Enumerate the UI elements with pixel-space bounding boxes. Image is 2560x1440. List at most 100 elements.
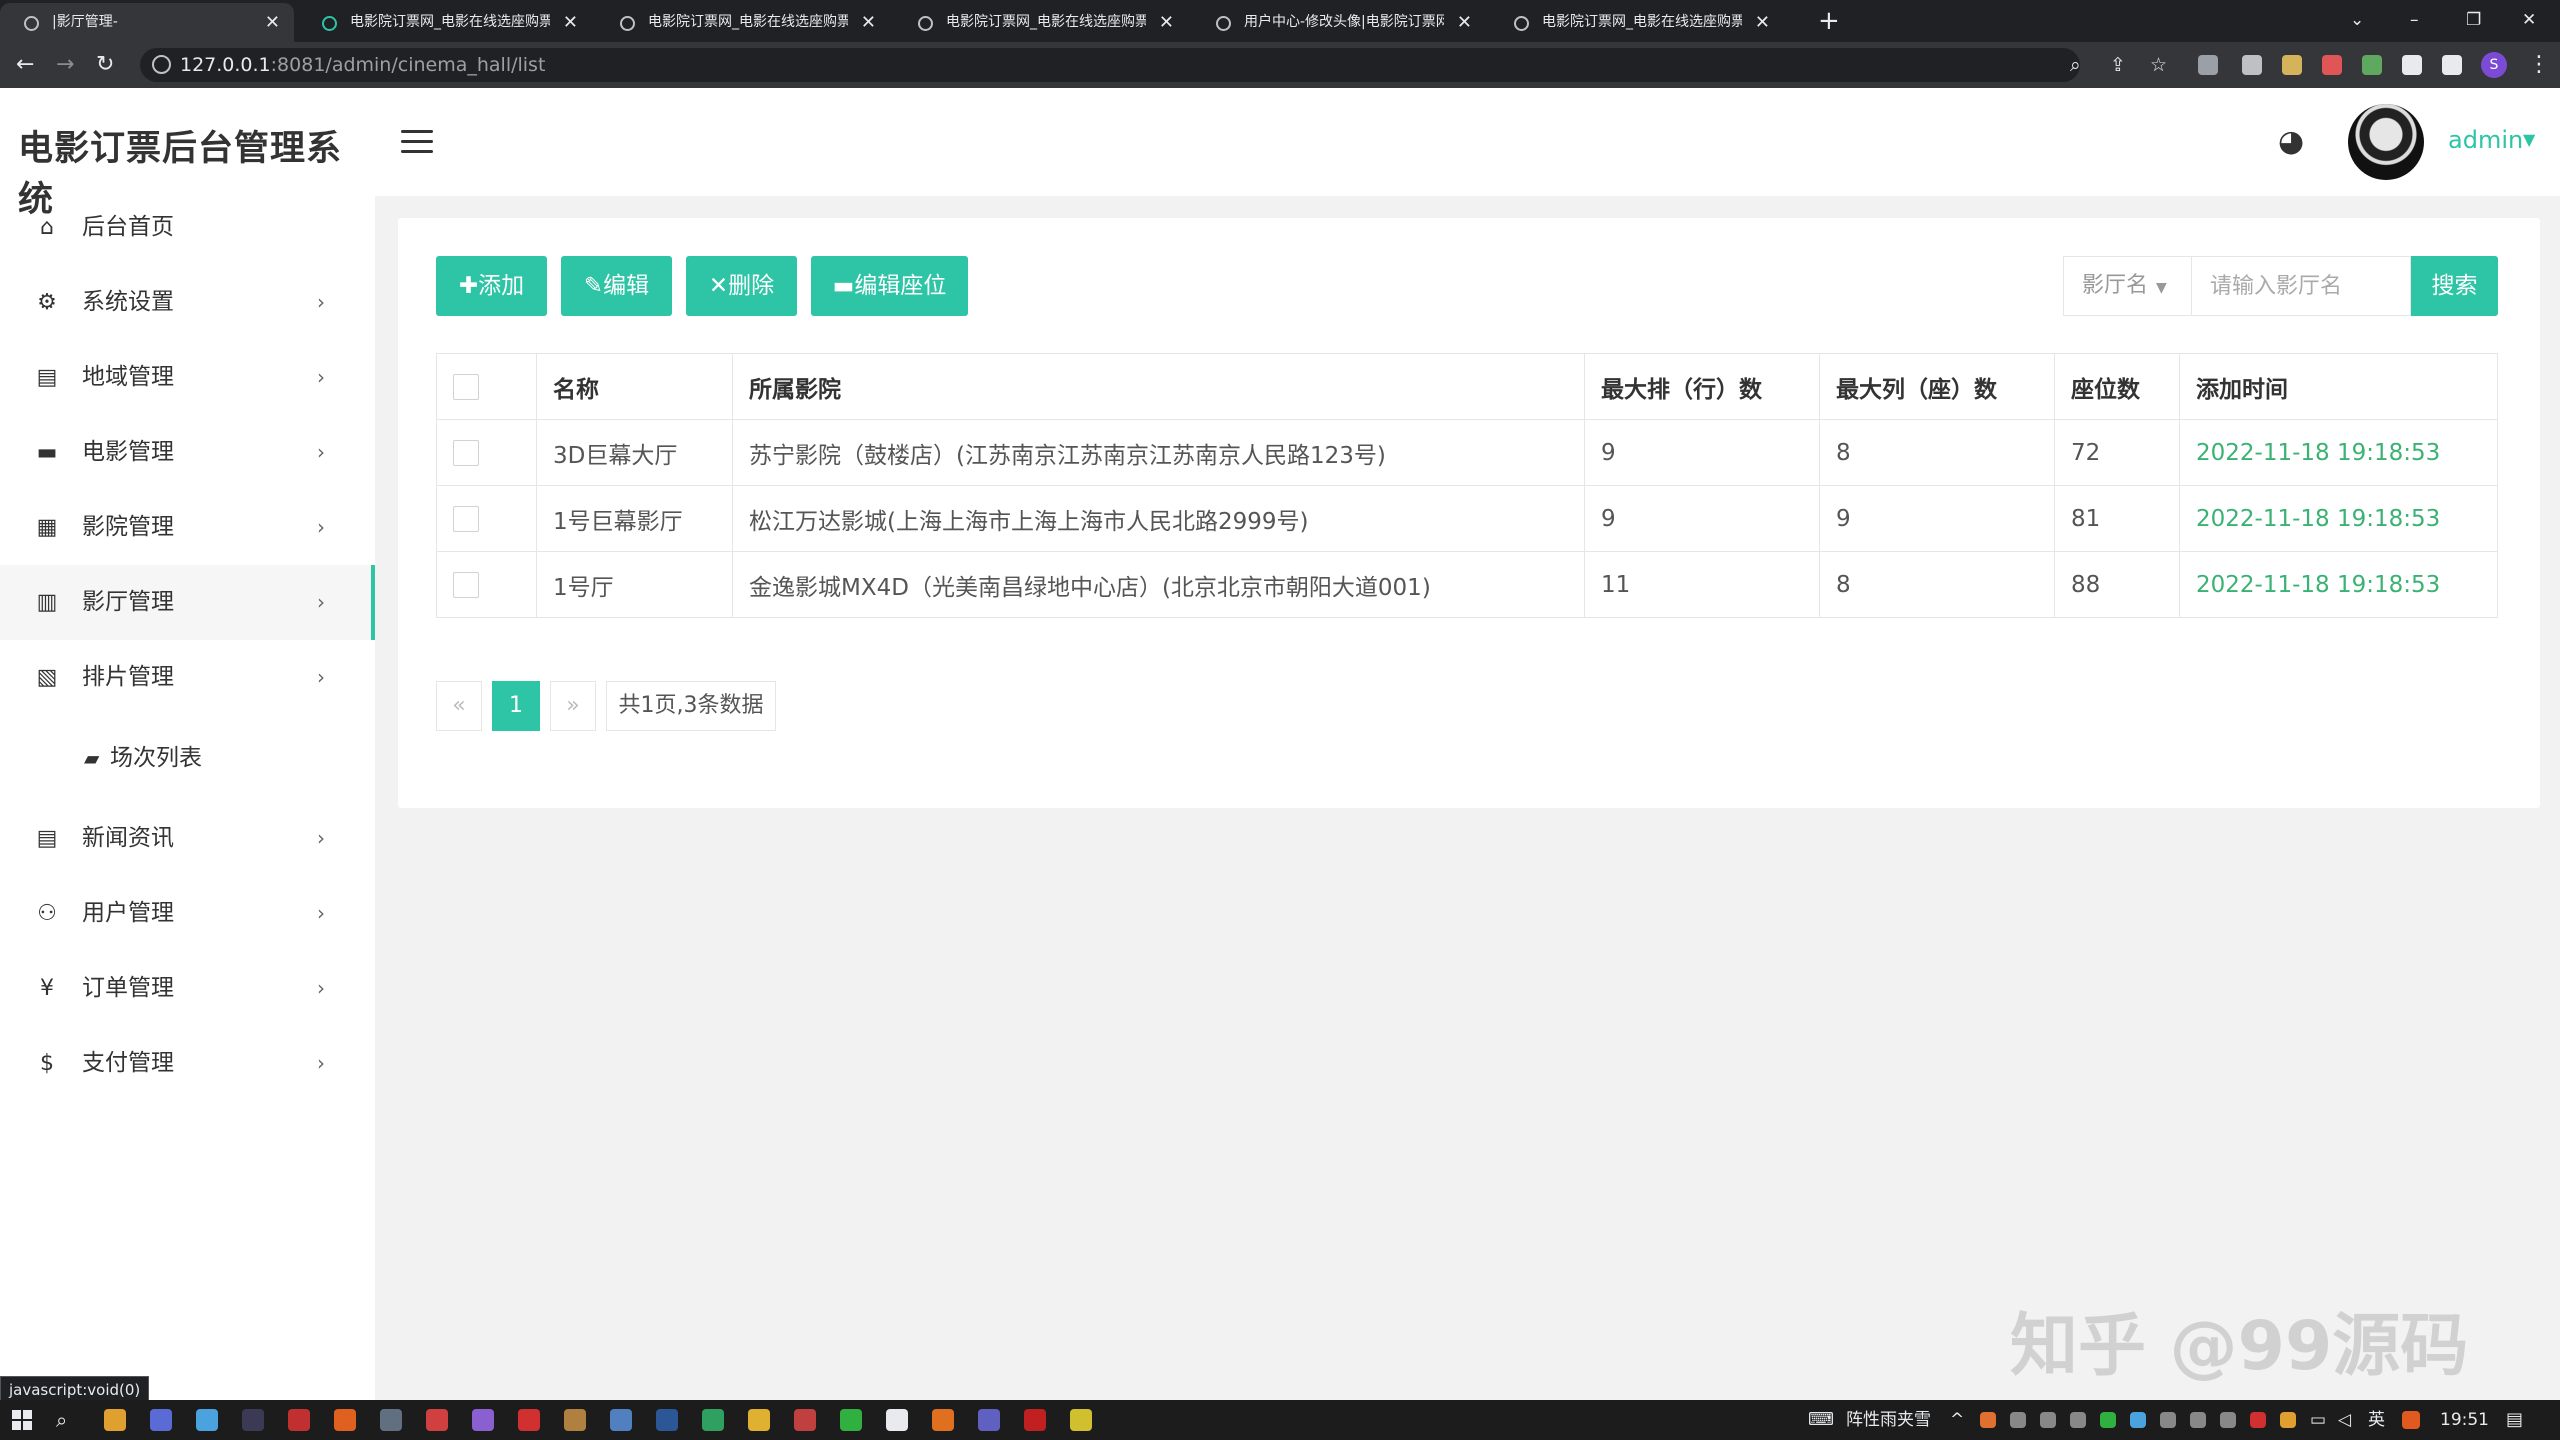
taskbar-app-icon[interactable] (702, 1409, 724, 1431)
taskbar-app-icon[interactable] (794, 1409, 816, 1431)
taskbar-app-icon[interactable] (380, 1409, 402, 1431)
forward-icon[interactable]: → (56, 42, 74, 88)
taskbar-app-icon[interactable] (978, 1409, 1000, 1431)
taskbar-app-icon[interactable] (472, 1409, 494, 1431)
menu-toggle-icon[interactable] (401, 130, 433, 154)
tray-app-icon[interactable] (2250, 1412, 2266, 1428)
taskbar-app-icon[interactable] (150, 1409, 172, 1431)
input-language[interactable]: 英 (2368, 1400, 2385, 1440)
profile-avatar[interactable]: S (2481, 52, 2507, 78)
taskbar-app-icon[interactable] (1024, 1409, 1046, 1431)
taskbar-app-icon[interactable] (426, 1409, 448, 1431)
extension-camera-icon[interactable] (2242, 55, 2262, 75)
volume-icon[interactable]: ◁ (2338, 1400, 2351, 1440)
sidebar-item[interactable]: ▤ 新闻资讯 › (0, 801, 375, 876)
reload-icon[interactable]: ↻ (96, 42, 114, 88)
pagination-page-1[interactable]: 1 (492, 681, 540, 731)
notification-icon[interactable]: ▤ (2506, 1400, 2523, 1440)
tray-app-icon[interactable] (2040, 1412, 2056, 1428)
taskbar-app-icon[interactable] (288, 1409, 310, 1431)
search-input[interactable] (2191, 256, 2411, 316)
tray-app-icon[interactable] (1980, 1412, 1996, 1428)
tray-app-icon[interactable] (2010, 1412, 2026, 1428)
bookmark-star-icon[interactable]: ☆ (2150, 42, 2167, 88)
tray-app-icon[interactable] (2070, 1412, 2086, 1428)
search-button[interactable]: 搜索 (2411, 256, 2498, 316)
tray-app-icon[interactable] (2100, 1412, 2116, 1428)
taskbar-app-icon[interactable] (1070, 1409, 1092, 1431)
browser-tab[interactable]: 电影院订票网_电影在线选座购票 ✕ (298, 3, 592, 42)
select-all-checkbox[interactable] (453, 373, 479, 400)
table-row[interactable]: 3D巨幕大厅 苏宁影院（鼓楼店）(江苏南京江苏南京江苏南京人民路123号) 9 8 72… (436, 419, 2498, 486)
user-name[interactable]: admin (2448, 126, 2523, 154)
sidebar-item[interactable]: ⚇ 用户管理 › (0, 876, 375, 951)
taskbar-wechat-icon[interactable] (840, 1409, 862, 1431)
windows-start-icon[interactable] (12, 1410, 32, 1430)
side-panel-icon[interactable] (2442, 55, 2462, 75)
table-row[interactable]: 1号巨幕影厅 松江万达影城(上海上海市上海上海市人民北路2999号) 9 9 81 202… (436, 485, 2498, 552)
row-checkbox[interactable] (453, 505, 479, 532)
network-icon[interactable]: ▭ (2310, 1400, 2326, 1440)
browser-tab[interactable]: 电影院订票网_电影在线选座购票 ✕ (596, 3, 890, 42)
row-checkbox[interactable] (453, 571, 479, 598)
share-icon[interactable]: ⇪ (2110, 42, 2126, 88)
browser-tab[interactable]: 用户中心-修改头像|电影院订票网 ✕ (1192, 3, 1486, 42)
sidebar-item[interactable]: ▧ 排片管理 › (0, 640, 375, 715)
tab-close-icon[interactable]: ✕ (1159, 3, 1174, 42)
sidebar-item[interactable]: ▬ 电影管理 › (0, 415, 375, 490)
extension-leaf-icon[interactable] (2362, 55, 2382, 75)
taskbar-app-icon[interactable] (518, 1409, 540, 1431)
sidebar-item[interactable]: ▦ 影院管理 › (0, 490, 375, 565)
tray-app-icon[interactable] (2130, 1412, 2146, 1428)
ime-status[interactable]: 阵性雨夹雪 (1846, 1400, 1931, 1440)
tray-expand-icon[interactable]: ^ (1950, 1400, 1964, 1440)
search-field-select[interactable]: 影厅名 ▼ (2063, 256, 2191, 316)
extension-chat-icon[interactable] (2198, 55, 2218, 75)
browser-tab[interactable]: |影厅管理- ✕ (0, 3, 294, 42)
browser-tab[interactable]: 电影院订票网_电影在线选座购票 ✕ (894, 3, 1188, 42)
sidebar-item[interactable]: ⌂ 后台首页 (0, 190, 375, 265)
taskbar-word-icon[interactable] (656, 1409, 678, 1431)
browser-tab[interactable]: 电影院订票网_电影在线选座购票 ✕ (1490, 3, 1784, 42)
keyboard-icon[interactable]: ⌨ (1808, 1400, 1834, 1440)
close-window-button[interactable]: ✕ (2522, 0, 2536, 40)
sidebar-item[interactable]: ⚙ 系统设置 › (0, 265, 375, 340)
browser-menu-icon[interactable]: ⋮ (2528, 42, 2550, 88)
tray-app-icon[interactable] (2190, 1412, 2206, 1428)
extension-image-icon[interactable] (2282, 55, 2302, 75)
tab-search-icon[interactable]: ⌄ (2350, 0, 2364, 40)
tab-close-icon[interactable]: ✕ (861, 3, 876, 42)
minimize-button[interactable]: – (2410, 0, 2419, 40)
tab-close-icon[interactable]: ✕ (563, 3, 578, 42)
pagination-prev[interactable]: « (436, 681, 482, 731)
sidebar-item[interactable]: ▤ 地域管理 › (0, 340, 375, 415)
url-field[interactable]: 127.0.0.1:8081/admin/cinema_hall/list (140, 48, 2080, 82)
avatar[interactable] (2348, 104, 2424, 180)
add-button[interactable]: ✚添加 (436, 256, 547, 316)
taskbar-app-icon[interactable] (932, 1409, 954, 1431)
taskbar-app-icon[interactable] (610, 1409, 632, 1431)
chevron-down-icon[interactable]: ▼ (2523, 130, 2535, 149)
extension-shield-icon[interactable] (2322, 55, 2342, 75)
row-checkbox[interactable] (453, 439, 479, 466)
delete-button[interactable]: ✕删除 (686, 256, 797, 316)
taskbar-search-icon[interactable]: ⌕ (56, 1400, 67, 1440)
new-tab-button[interactable]: + (1818, 2, 1840, 40)
tab-close-icon[interactable]: ✕ (1457, 3, 1472, 42)
edit-button[interactable]: ✎编辑 (561, 256, 672, 316)
taskbar-app-icon[interactable] (886, 1409, 908, 1431)
extensions-puzzle-icon[interactable] (2402, 55, 2422, 75)
tray-app-icon[interactable] (2160, 1412, 2176, 1428)
clock[interactable]: 19:51 (2440, 1400, 2489, 1440)
sidebar-item[interactable]: ¥ 订单管理 › (0, 951, 375, 1026)
back-icon[interactable]: ← (16, 42, 34, 88)
edit-seat-button[interactable]: ▬编辑座位 (811, 256, 968, 316)
taskbar-folder-icon[interactable] (748, 1409, 770, 1431)
zoom-icon[interactable]: ⌕ (2070, 42, 2081, 88)
tab-close-icon[interactable]: ✕ (265, 3, 280, 42)
site-info-icon[interactable] (152, 55, 171, 74)
pagination-next[interactable]: » (550, 681, 596, 731)
sidebar-item[interactable]: $ 支付管理 › (0, 1026, 375, 1101)
tray-app-icon[interactable] (2220, 1412, 2236, 1428)
maximize-button[interactable]: ❐ (2466, 0, 2481, 40)
